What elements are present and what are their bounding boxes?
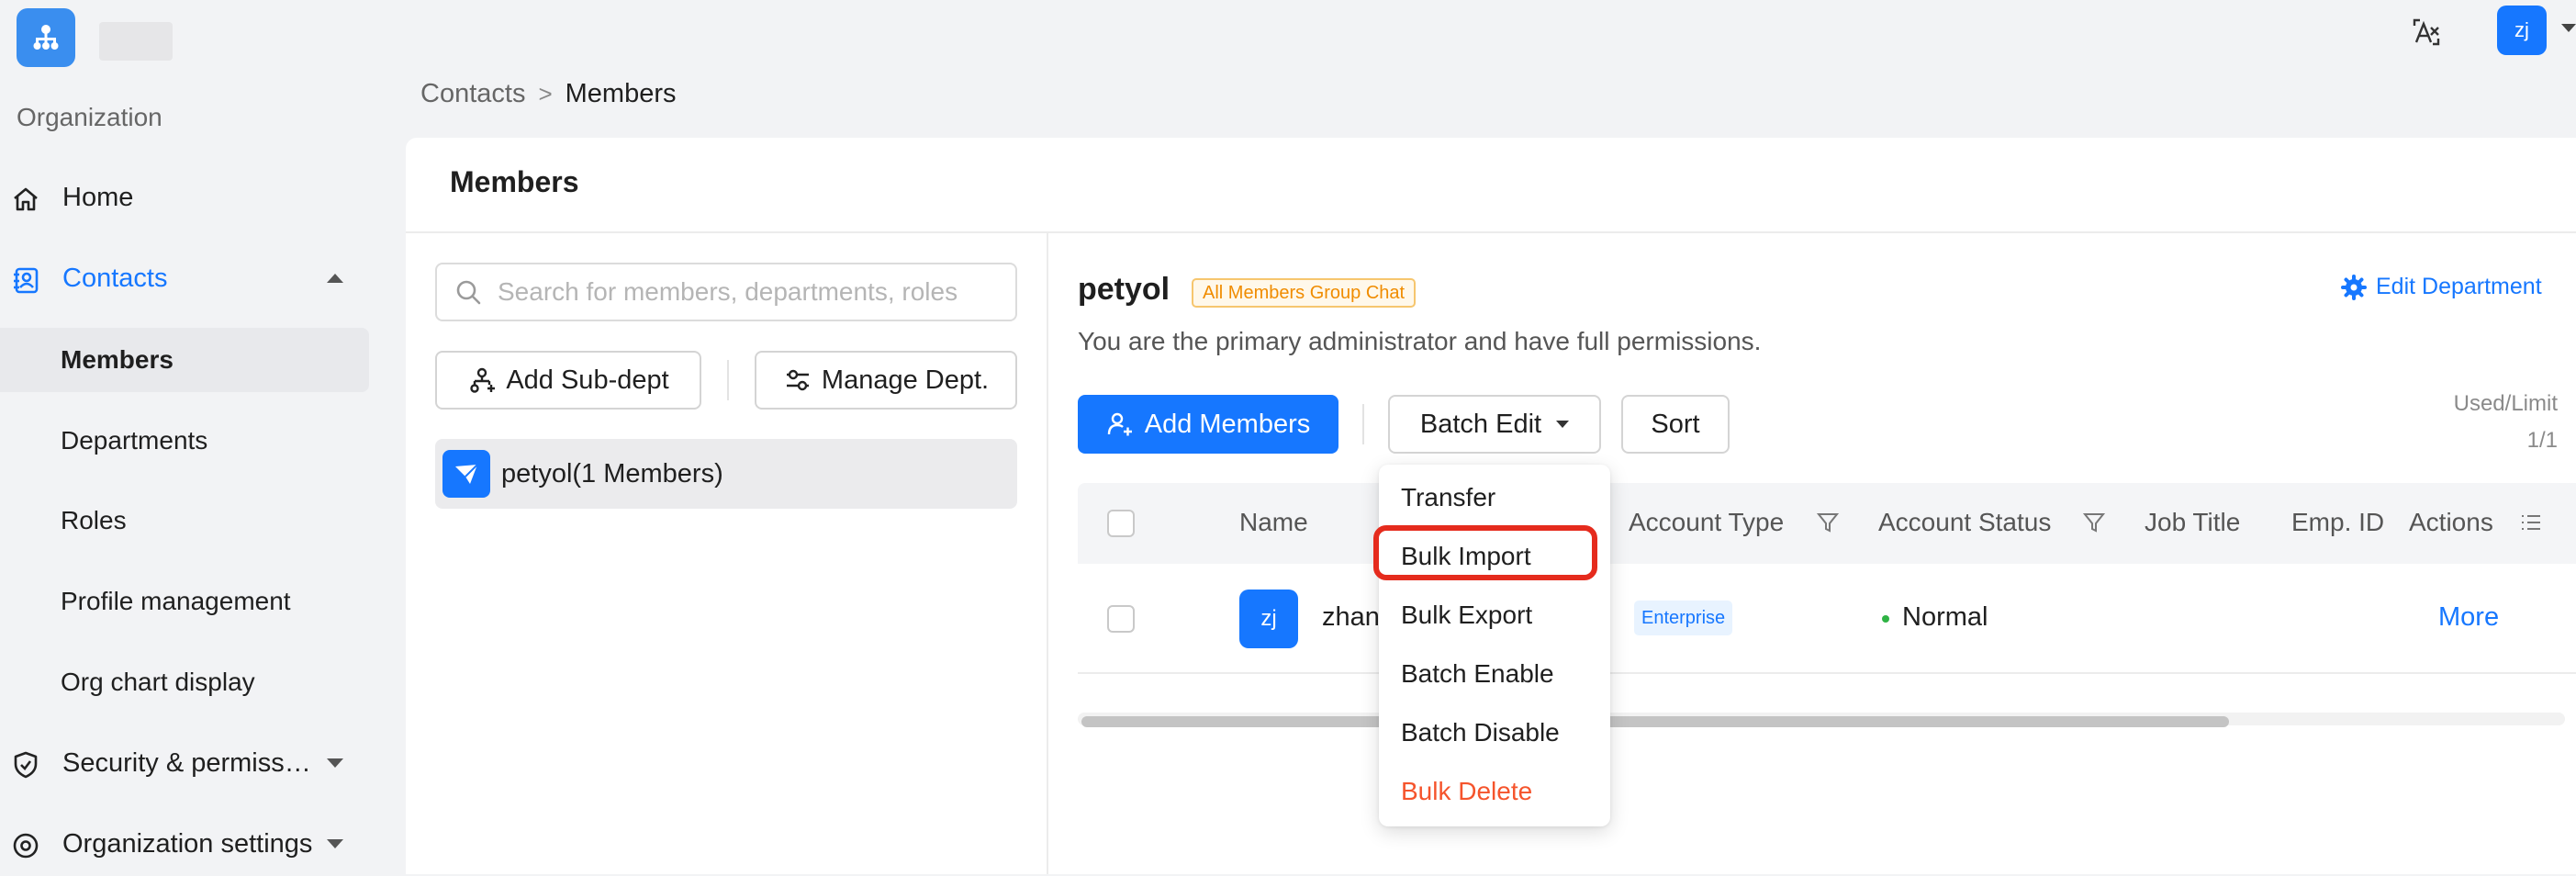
chevron-up-icon[interactable] [327, 274, 343, 283]
sidebar-section-label: Organization [17, 103, 162, 131]
breadcrumb-current: Members [565, 79, 677, 108]
settings-icon [13, 833, 39, 859]
column-header-account-type: Account Type [1629, 508, 1785, 536]
gear-icon [2341, 274, 2367, 300]
search-input[interactable] [498, 277, 975, 307]
row-checkbox[interactable] [1107, 605, 1135, 633]
breadcrumb: Contacts > Members [420, 79, 677, 109]
sidebar-item-departments[interactable]: Departments [0, 409, 369, 473]
column-header-name: Name [1239, 508, 1308, 536]
sidebar-item-org-chart-display[interactable]: Org chart display [0, 650, 369, 714]
usage-label: Used/Limit [2453, 391, 2558, 416]
button-label: Sort [1651, 409, 1700, 439]
menu-item-transfer[interactable]: Transfer [1401, 483, 1495, 512]
sidebar-item-roles[interactable]: Roles [0, 489, 369, 553]
menu-item-bulk-delete[interactable]: Bulk Delete [1401, 777, 1532, 806]
shield-icon [14, 751, 38, 779]
divider [1047, 233, 1048, 874]
dept-list-item-label: petyol(1 Members) [501, 458, 723, 489]
search-box[interactable] [435, 263, 1017, 321]
add-subdept-icon [470, 367, 496, 393]
sliders-icon [786, 369, 809, 391]
sidebar-item-members[interactable]: Members [0, 328, 369, 392]
caret-down-icon [1556, 421, 1570, 428]
contacts-icon [14, 267, 39, 294]
row-divider [1078, 672, 2576, 674]
sidebar-item-profile-management[interactable]: Profile management [0, 569, 369, 634]
menu-item-bulk-export[interactable]: Bulk Export [1401, 601, 1532, 630]
dept-list-item[interactable]: petyol(1 Members) [435, 439, 1017, 509]
menu-item-batch-disable[interactable]: Batch Disable [1401, 718, 1560, 747]
usage-value: 1/1 [2526, 428, 2558, 453]
dept-title: petyol [1078, 272, 1170, 307]
more-actions-link[interactable]: More [2438, 602, 2499, 633]
avatar: zj [1239, 590, 1298, 648]
button-label: Add Sub-dept [506, 365, 669, 395]
sidebar-item-label: Organization settings [62, 828, 313, 859]
chevron-down-icon[interactable] [327, 758, 343, 768]
admin-note: You are the primary administrator and ha… [1078, 327, 1762, 355]
home-icon [14, 187, 38, 211]
group-chat-tag[interactable]: All Members Group Chat [1192, 278, 1417, 308]
org-chart-icon [33, 25, 59, 50]
dept-logo-icon [442, 450, 490, 498]
batch-edit-button[interactable]: Batch Edit [1388, 395, 1601, 454]
sidebar-item-label: Home [62, 182, 134, 212]
translate-button[interactable] [2403, 9, 2449, 55]
menu-item-batch-enable[interactable]: Batch Enable [1401, 659, 1554, 689]
sidebar-item-label: Contacts [62, 263, 168, 293]
divider [1362, 404, 1364, 444]
chevron-down-icon[interactable] [2561, 24, 2576, 32]
account-status: Normal [1902, 602, 1988, 632]
page-title: Members [450, 165, 579, 198]
column-header-actions: Actions [2409, 508, 2493, 536]
divider [406, 231, 2576, 233]
sidebar-item-security[interactable]: Security & permiss… [0, 731, 369, 795]
button-label: Add Members [1144, 409, 1311, 439]
filter-icon[interactable] [1816, 511, 1840, 534]
sidebar-item-label: Security & permiss… [62, 747, 311, 778]
breadcrumb-separator: > [538, 80, 553, 107]
translate-icon [2413, 18, 2440, 46]
status-dot [1882, 615, 1889, 623]
horizontal-scrollbar-thumb[interactable] [1081, 716, 2229, 727]
paper-plane-icon [455, 464, 478, 484]
sidebar-item-home[interactable]: Home [0, 165, 369, 230]
column-header-account-status: Account Status [1878, 508, 2052, 536]
batch-edit-menu [1379, 465, 1610, 826]
select-all-checkbox[interactable] [1107, 510, 1135, 537]
edit-department-link[interactable]: Edit Department [2341, 274, 2542, 300]
org-name-redacted [99, 22, 173, 61]
breadcrumb-contacts[interactable]: Contacts [420, 79, 525, 109]
divider [727, 360, 729, 400]
account-type-badge: Enterprise [1634, 601, 1733, 635]
sort-button[interactable]: Sort [1621, 395, 1730, 454]
user-avatar[interactable]: zj [2497, 6, 2547, 55]
sidebar-item-contacts[interactable]: Contacts [0, 246, 369, 310]
chevron-down-icon[interactable] [327, 839, 343, 848]
add-user-icon [1107, 412, 1132, 436]
sidebar-item-org-settings[interactable]: Organization settings [0, 812, 369, 876]
button-label: Manage Dept. [821, 365, 990, 395]
search-icon [456, 280, 481, 305]
button-label: Batch Edit [1419, 409, 1542, 439]
column-settings-icon[interactable] [2519, 511, 2543, 534]
member-name[interactable]: zhan [1322, 602, 1380, 633]
highlight-annotation [1373, 525, 1597, 580]
manage-dept-button[interactable]: Manage Dept. [755, 351, 1017, 410]
column-header-emp-id: Emp. ID [2291, 508, 2385, 536]
add-members-button[interactable]: Add Members [1078, 395, 1338, 454]
add-subdept-button[interactable]: Add Sub-dept [435, 351, 701, 410]
edit-department-label: Edit Department [2376, 274, 2542, 299]
filter-icon[interactable] [2082, 511, 2106, 534]
app-logo[interactable] [17, 8, 75, 67]
column-header-job-title: Job Title [2145, 508, 2241, 536]
